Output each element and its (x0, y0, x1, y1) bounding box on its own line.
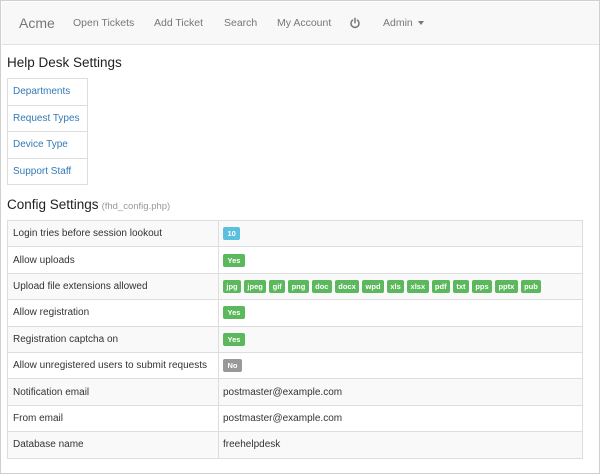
row-label: Allow uploads (7, 246, 219, 274)
nav-add-ticket[interactable]: Add Ticket (154, 2, 203, 45)
row-value: Yes (218, 325, 583, 353)
admin-dropdown-label: Admin (383, 17, 413, 29)
row-label: From email (7, 404, 219, 433)
extension-badge: png (288, 279, 309, 293)
extension-badge: xls (386, 279, 405, 293)
table-row: Allow uploads Yes (7, 246, 583, 274)
brand-link[interactable]: Acme (19, 2, 55, 45)
table-row: Upload file extensions allowed jpg jpeg gi… (7, 272, 583, 301)
navbar: Acme Open Tickets Add Ticket Search My A… (2, 2, 599, 45)
power-icon[interactable] (349, 17, 361, 32)
config-table: Login tries before session lookout 10 Al… (7, 219, 583, 459)
extension-badge: pptx (495, 279, 518, 293)
row-value: Yes (218, 246, 583, 274)
nav-search[interactable]: Search (224, 2, 257, 45)
extensions-list: jpg jpeg gif png doc docx wpd xls xlsx pdf txt pps p… (218, 272, 583, 301)
nav-open-tickets[interactable]: Open Tickets (73, 2, 134, 45)
extension-badge: pdf (431, 279, 450, 293)
menu-item-departments[interactable]: Departments (8, 79, 87, 106)
row-label: Allow registration (7, 299, 219, 327)
extension-badge: gif (269, 279, 286, 293)
row-label: Notification email (7, 378, 219, 406)
app-window: Acme Open Tickets Add Ticket Search My A… (0, 0, 600, 474)
admin-dropdown[interactable]: Admin (383, 2, 424, 45)
login-tries-badge: 10 (223, 227, 241, 241)
chevron-down-icon (417, 21, 424, 26)
config-heading: Config Settings (fhd_config.php) (7, 197, 170, 212)
row-label: Registration captcha on (7, 325, 219, 353)
row-value: No (218, 351, 583, 380)
menu-item-device-type[interactable]: Device Type (8, 132, 87, 159)
table-row: Allow registration Yes (7, 299, 583, 327)
database-name-value: freehelpdesk (218, 431, 583, 459)
settings-menu: Departments Request Types Device Type Su… (7, 78, 88, 185)
page-title: Help Desk Settings (7, 55, 122, 70)
extension-badge: xlsx (407, 279, 429, 293)
config-title: Config Settings (7, 197, 99, 212)
extension-badge: wpd (362, 279, 384, 293)
menu-item-support-staff[interactable]: Support Staff (8, 158, 87, 185)
row-value: Yes (218, 299, 583, 327)
extension-badge: doc (311, 279, 332, 293)
table-row: From email postmaster@example.com (7, 404, 583, 433)
row-label: Login tries before session lookout (7, 219, 219, 248)
row-label: Database name (7, 431, 219, 459)
extension-badge: pub (520, 279, 542, 293)
extension-badge: jpg (223, 279, 242, 293)
table-row: Notification email postmaster@example.co… (7, 378, 583, 406)
extension-badge: docx (334, 279, 360, 293)
table-row: Allow unregistered users to submit reque… (7, 351, 583, 380)
extension-badge: jpeg (244, 279, 267, 293)
table-row: Registration captcha on Yes (7, 325, 583, 353)
row-label: Upload file extensions allowed (7, 272, 219, 301)
nav-my-account[interactable]: My Account (277, 2, 331, 45)
allow-registration-badge: Yes (223, 306, 245, 320)
extension-badge: txt (452, 279, 469, 293)
menu-item-request-types[interactable]: Request Types (8, 105, 87, 132)
from-email-value: postmaster@example.com (218, 404, 583, 433)
table-row: Database name freehelpdesk (7, 431, 583, 459)
captcha-badge: Yes (223, 332, 245, 346)
extension-badge: pps (471, 279, 493, 293)
config-file: (fhd_config.php) (101, 201, 171, 212)
unregistered-badge: No (223, 359, 242, 373)
row-label: Allow unregistered users to submit reque… (7, 351, 219, 380)
table-row: Login tries before session lookout 10 (7, 219, 583, 248)
allow-uploads-badge: Yes (223, 253, 245, 267)
notification-email-value: postmaster@example.com (218, 378, 583, 406)
row-value: 10 (218, 219, 583, 248)
